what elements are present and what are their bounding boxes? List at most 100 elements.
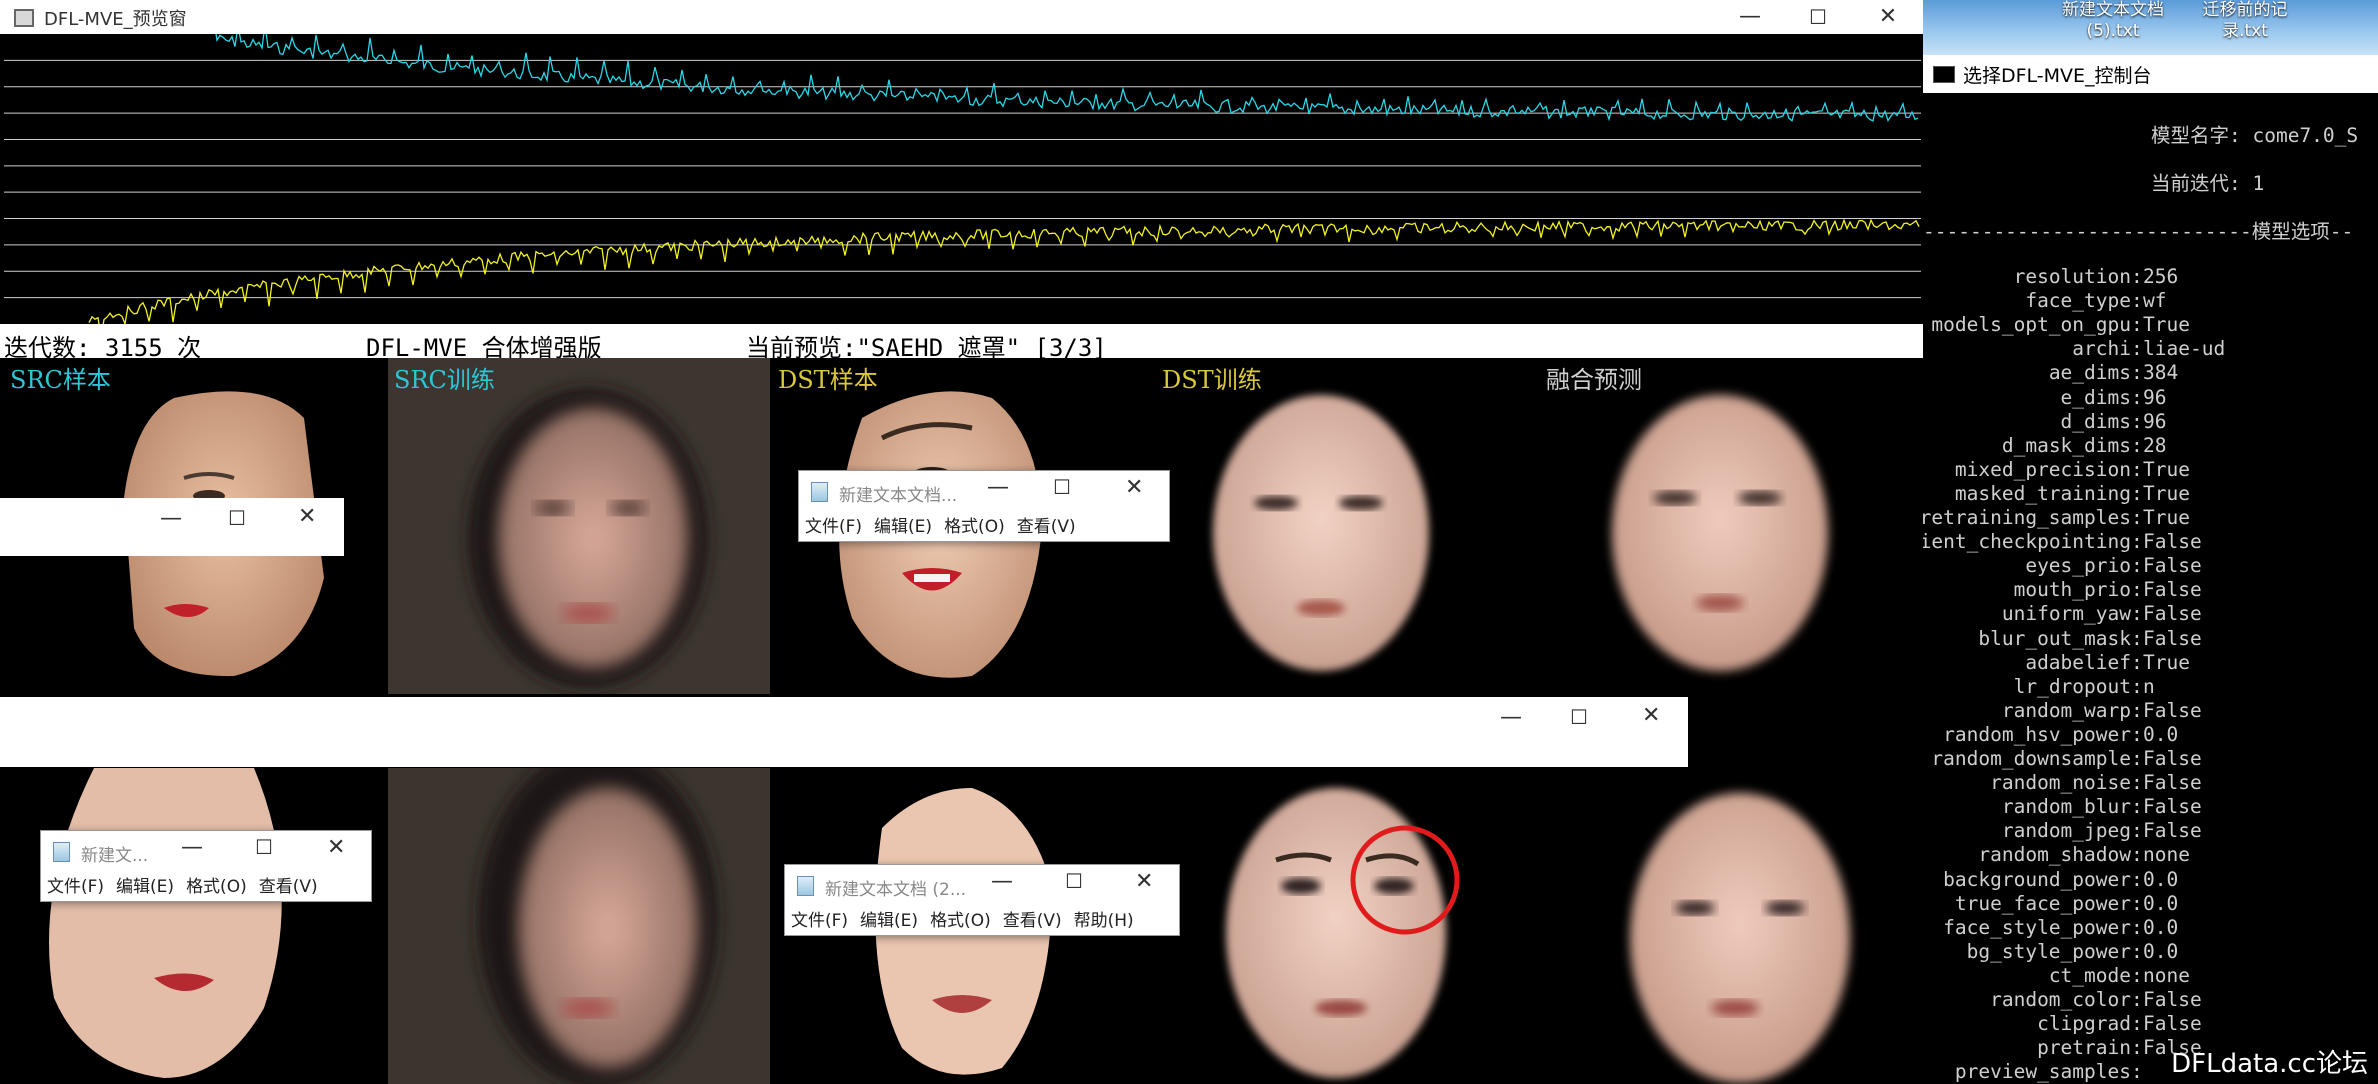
blank-window-small[interactable]: — ☐ ✕ xyxy=(0,498,344,556)
option-separator: : xyxy=(2131,1036,2143,1060)
option-separator: : xyxy=(2131,1060,2143,1084)
close-button[interactable]: ✕ xyxy=(1866,2,1910,32)
notepad-window-3[interactable]: 新建文本文档 (2... — ☐ ✕ 文件(F) 编辑(E) 格式(O) 查看(V) 帮… xyxy=(784,864,1180,936)
option-key: true_face_power xyxy=(1954,891,2131,915)
minimize-button[interactable]: — xyxy=(987,475,1009,500)
option-value: 256 xyxy=(2143,265,2179,288)
menu-view[interactable]: 查看(V) xyxy=(1017,517,1076,537)
app-icon xyxy=(14,9,34,27)
close-button[interactable]: ✕ xyxy=(298,504,316,529)
option-separator: : xyxy=(2131,771,2143,795)
option-separator: : xyxy=(2131,361,2143,385)
option-separator: : xyxy=(2131,939,2143,963)
menu-file[interactable]: 文件(F) xyxy=(47,877,104,897)
menu-edit[interactable]: 编辑(E) xyxy=(116,877,174,897)
option-key: random_shadow xyxy=(1978,843,2131,867)
menu-format[interactable]: 格式(O) xyxy=(930,911,991,931)
face-image xyxy=(388,358,770,694)
desktop-file-2[interactable]: 迁移前的记 录.txt xyxy=(2185,0,2305,42)
option-separator: : xyxy=(2131,674,2143,698)
console-window[interactable]: 模型名字: come7.0_S 当前迭代: 1 ----------------… xyxy=(1923,55,2378,1084)
option-value: False xyxy=(2143,698,2202,722)
option-separator: : xyxy=(2131,578,2143,602)
option-row-retraining-samples: retraining_samples: True xyxy=(1923,506,2378,530)
blank-window[interactable]: — ☐ ✕ xyxy=(0,697,1688,767)
option-row-random-noise: random_noise: False xyxy=(1923,771,2378,795)
option-key: clipgrad xyxy=(2037,1012,2131,1036)
maximize-button[interactable]: ☐ xyxy=(255,835,273,859)
option-key: random_noise xyxy=(1990,771,2131,795)
option-key: resolution xyxy=(2013,265,2131,288)
option-separator: : xyxy=(2131,795,2143,819)
maximize-button[interactable]: ☐ xyxy=(228,506,246,530)
notepad-icon xyxy=(53,842,70,862)
console-icon xyxy=(1933,66,1955,83)
minimize-button[interactable]: — xyxy=(181,835,203,860)
menu-format[interactable]: 格式(O) xyxy=(944,517,1005,537)
menu-file[interactable]: 文件(F) xyxy=(805,517,862,537)
option-value: 0.0 xyxy=(2143,915,2179,939)
option-value: False xyxy=(2143,771,2202,795)
option-separator: : xyxy=(2131,891,2143,915)
option-separator: : xyxy=(2131,433,2143,457)
option-key: face_type xyxy=(2025,289,2131,313)
merged-preview-cell-2 xyxy=(1540,768,1923,1084)
option-key: random_blur xyxy=(2001,795,2131,819)
menu-view[interactable]: 查看(V) xyxy=(259,877,318,897)
option-row-true-face-power: true_face_power:0.0 xyxy=(1923,892,2378,916)
menu-edit[interactable]: 编辑(E) xyxy=(874,517,932,537)
maximize-button[interactable]: ☐ xyxy=(1796,2,1840,32)
desktop-file-1[interactable]: 新建文本文档 (5).txt xyxy=(2053,0,2173,42)
option-key: d_dims xyxy=(2060,409,2131,433)
option-value: 28 xyxy=(2143,433,2167,457)
option-row-blur-out-mask: blur_out_mask: False xyxy=(1923,627,2378,651)
option-row-random-warp: random_warp: False xyxy=(1923,699,2378,723)
option-row-bg-style-power: bg_style_power:0.0 xyxy=(1923,940,2378,964)
option-key: adabelief xyxy=(2025,650,2131,674)
close-button[interactable]: ✕ xyxy=(327,835,345,860)
menu-view[interactable]: 查看(V) xyxy=(1003,911,1062,931)
maximize-button[interactable]: ☐ xyxy=(1570,705,1588,729)
option-separator: : xyxy=(2131,602,2143,626)
menu-help[interactable]: 帮助(H) xyxy=(1074,911,1134,931)
option-separator: : xyxy=(2131,698,2143,722)
maximize-button[interactable]: ☐ xyxy=(1053,475,1071,499)
option-row-mixed-precision: mixed_precision: True xyxy=(1923,458,2378,482)
options-section-header: ----------------------------模型选项-- xyxy=(1923,220,2354,243)
menu-file[interactable]: 文件(F) xyxy=(791,911,848,931)
option-separator: : xyxy=(2131,313,2143,337)
minimize-button[interactable]: — xyxy=(160,506,182,531)
option-value: False xyxy=(2143,795,2202,819)
close-button[interactable]: ✕ xyxy=(1125,475,1143,500)
option-row-archi: archi: liae-ud xyxy=(1923,337,2378,361)
option-key: preview_samples xyxy=(1954,1060,2131,1084)
minimize-button[interactable]: — xyxy=(991,869,1013,894)
close-button[interactable]: ✕ xyxy=(1642,703,1660,728)
notepad-window-1[interactable]: 新建文本文档... — ☐ ✕ 文件(F) 编辑(E) 格式(O) 查看(V) xyxy=(798,470,1170,542)
option-key: blur_out_mask xyxy=(1978,626,2131,650)
option-separator: : xyxy=(2131,722,2143,746)
maximize-button[interactable]: ☐ xyxy=(1065,869,1083,893)
option-separator: : xyxy=(2131,819,2143,843)
option-value: False xyxy=(2143,626,2202,650)
option-key: background_power xyxy=(1943,867,2131,891)
option-key: face_style_power xyxy=(1943,915,2131,939)
menu-format[interactable]: 格式(O) xyxy=(186,877,247,897)
option-separator: : xyxy=(2131,747,2143,770)
option-separator: : xyxy=(2131,843,2143,867)
minimize-button[interactable]: — xyxy=(1728,2,1772,32)
option-value: True xyxy=(2143,650,2190,674)
option-key: random_jpeg xyxy=(2001,819,2131,843)
preview-title-bar[interactable]: DFL-MVE_预览窗 — ☐ ✕ xyxy=(0,0,1923,34)
minimize-button[interactable]: — xyxy=(1500,705,1522,730)
console-title-bar[interactable]: 选择DFL-MVE_控制台 xyxy=(1923,55,2378,93)
option-separator: : xyxy=(2131,506,2143,529)
close-button[interactable]: ✕ xyxy=(1135,869,1153,894)
face-image xyxy=(478,768,718,1084)
option-value: True xyxy=(2143,506,2190,529)
menu-edit[interactable]: 编辑(E) xyxy=(860,911,918,931)
notepad-window-2[interactable]: 新建文... — ☐ ✕ 文件(F) 编辑(E) 格式(O) 查看(V) xyxy=(40,830,372,902)
option-separator: : xyxy=(2131,626,2143,650)
option-key: random_warp xyxy=(2001,698,2131,722)
option-key: ae_dims xyxy=(2048,361,2131,385)
